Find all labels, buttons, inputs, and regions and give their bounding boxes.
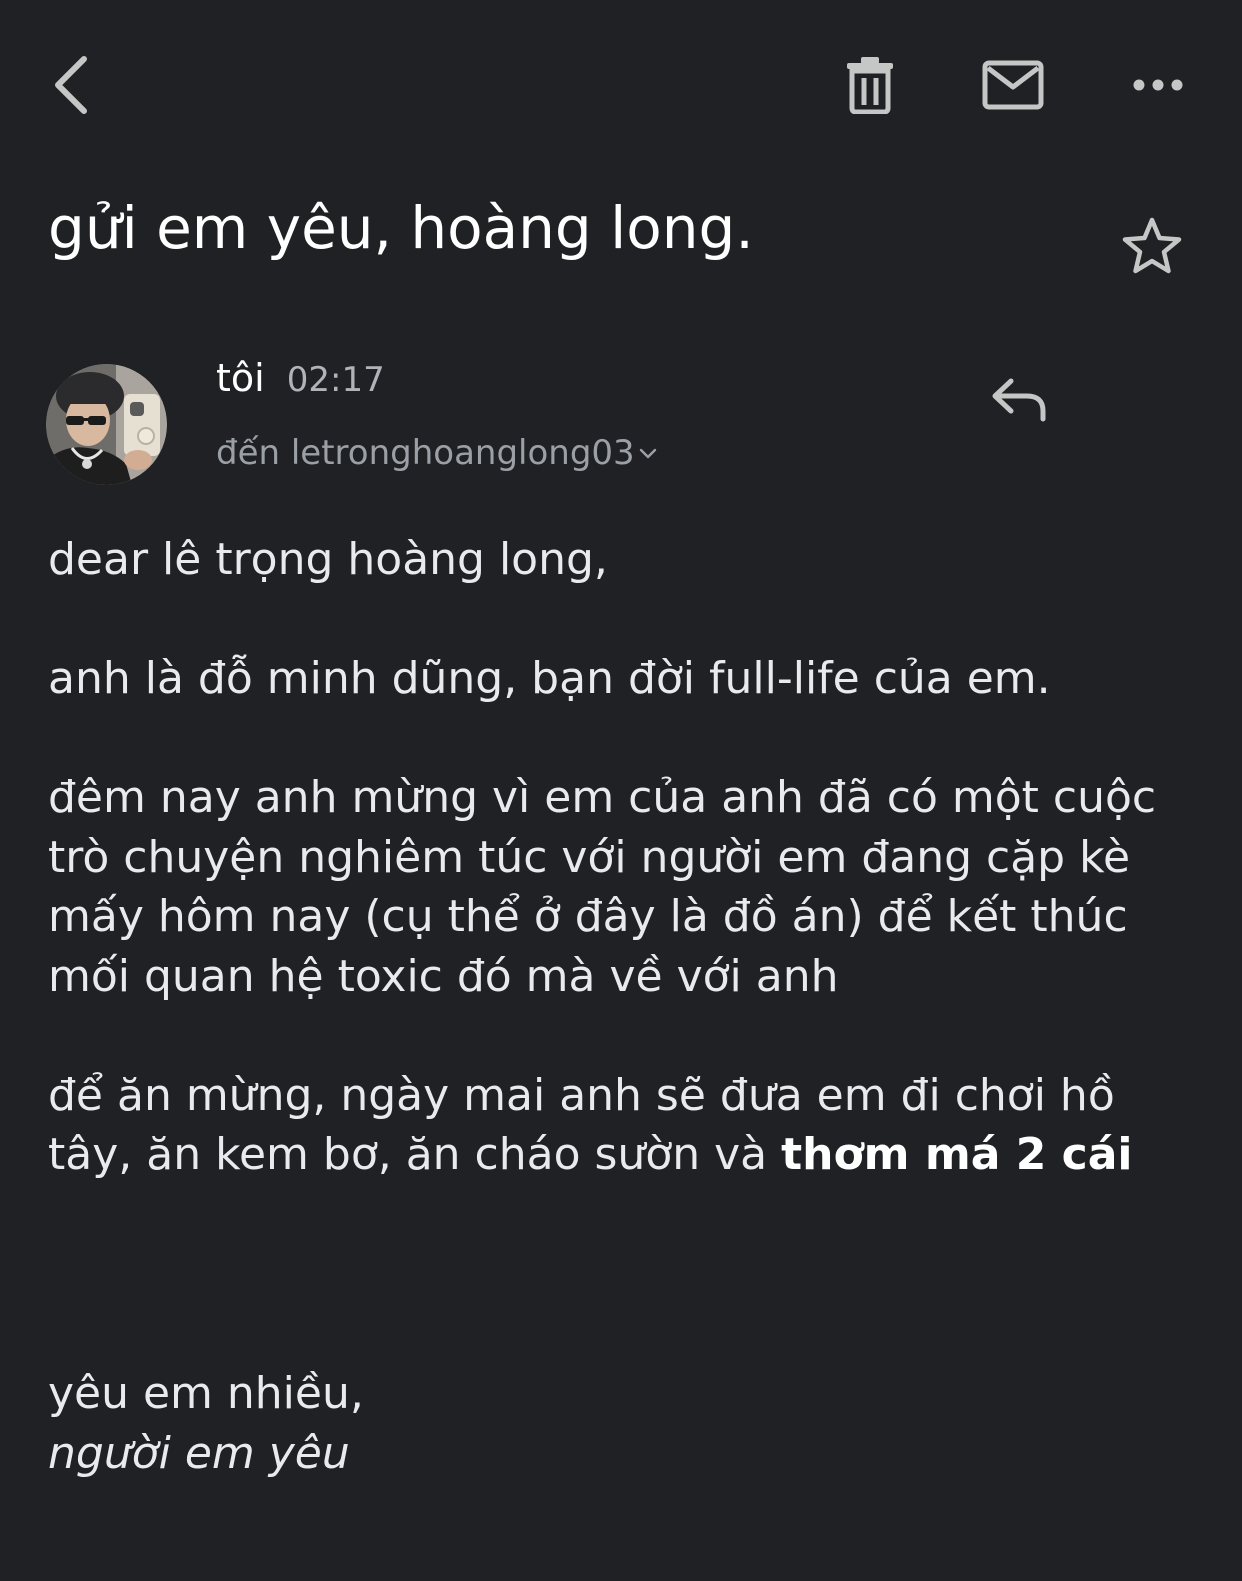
sender-avatar[interactable] (46, 364, 167, 485)
more-options-button[interactable] (1118, 45, 1198, 125)
avatar-photo (46, 364, 167, 485)
signature: người em yêu (48, 1427, 350, 1479)
body-paragraph: anh là đỗ minh dũng, bạn đời full-life c… (48, 653, 1051, 704)
email-body: dear lê trọng hoàng long, anh là đỗ minh… (48, 530, 1198, 1185)
delete-button[interactable] (830, 45, 910, 125)
email-subject: gửi em yêu, hoàng long. (48, 194, 754, 262)
body-paragraph: đêm nay anh mừng vì em của anh đã có một… (48, 772, 1157, 1002)
body-paragraph: để ăn mừng, ngày mai anh sẽ đưa em đi ch… (48, 1066, 1198, 1185)
trash-icon (847, 57, 893, 114)
back-button[interactable] (30, 40, 110, 130)
top-toolbar (0, 0, 1242, 170)
reply-icon (992, 378, 1046, 422)
email-closing: yêu em nhiều, người em yêu (48, 1364, 364, 1483)
closing-line: yêu em nhiều, (48, 1368, 364, 1419)
chevron-down-icon (639, 448, 656, 459)
mail-icon (982, 60, 1044, 110)
star-icon (1122, 217, 1182, 274)
body-text-bold: thơm má 2 cái (781, 1129, 1133, 1180)
more-horizontal-icon (1133, 79, 1183, 91)
chevron-left-icon (55, 56, 87, 114)
recipient-text: đến letronghoanglong03 (216, 433, 635, 473)
reply-button[interactable] (975, 360, 1065, 440)
greeting: dear lê trọng hoàng long, (48, 534, 608, 585)
sender-line: tôi 02:17 (216, 356, 385, 410)
sender-name[interactable]: tôi (216, 356, 265, 400)
star-button[interactable] (1112, 206, 1192, 286)
sent-time: 02:17 (286, 360, 385, 400)
recipient-details-toggle[interactable]: đến letronghoanglong03 (216, 428, 659, 478)
mark-unread-button[interactable] (968, 45, 1058, 125)
